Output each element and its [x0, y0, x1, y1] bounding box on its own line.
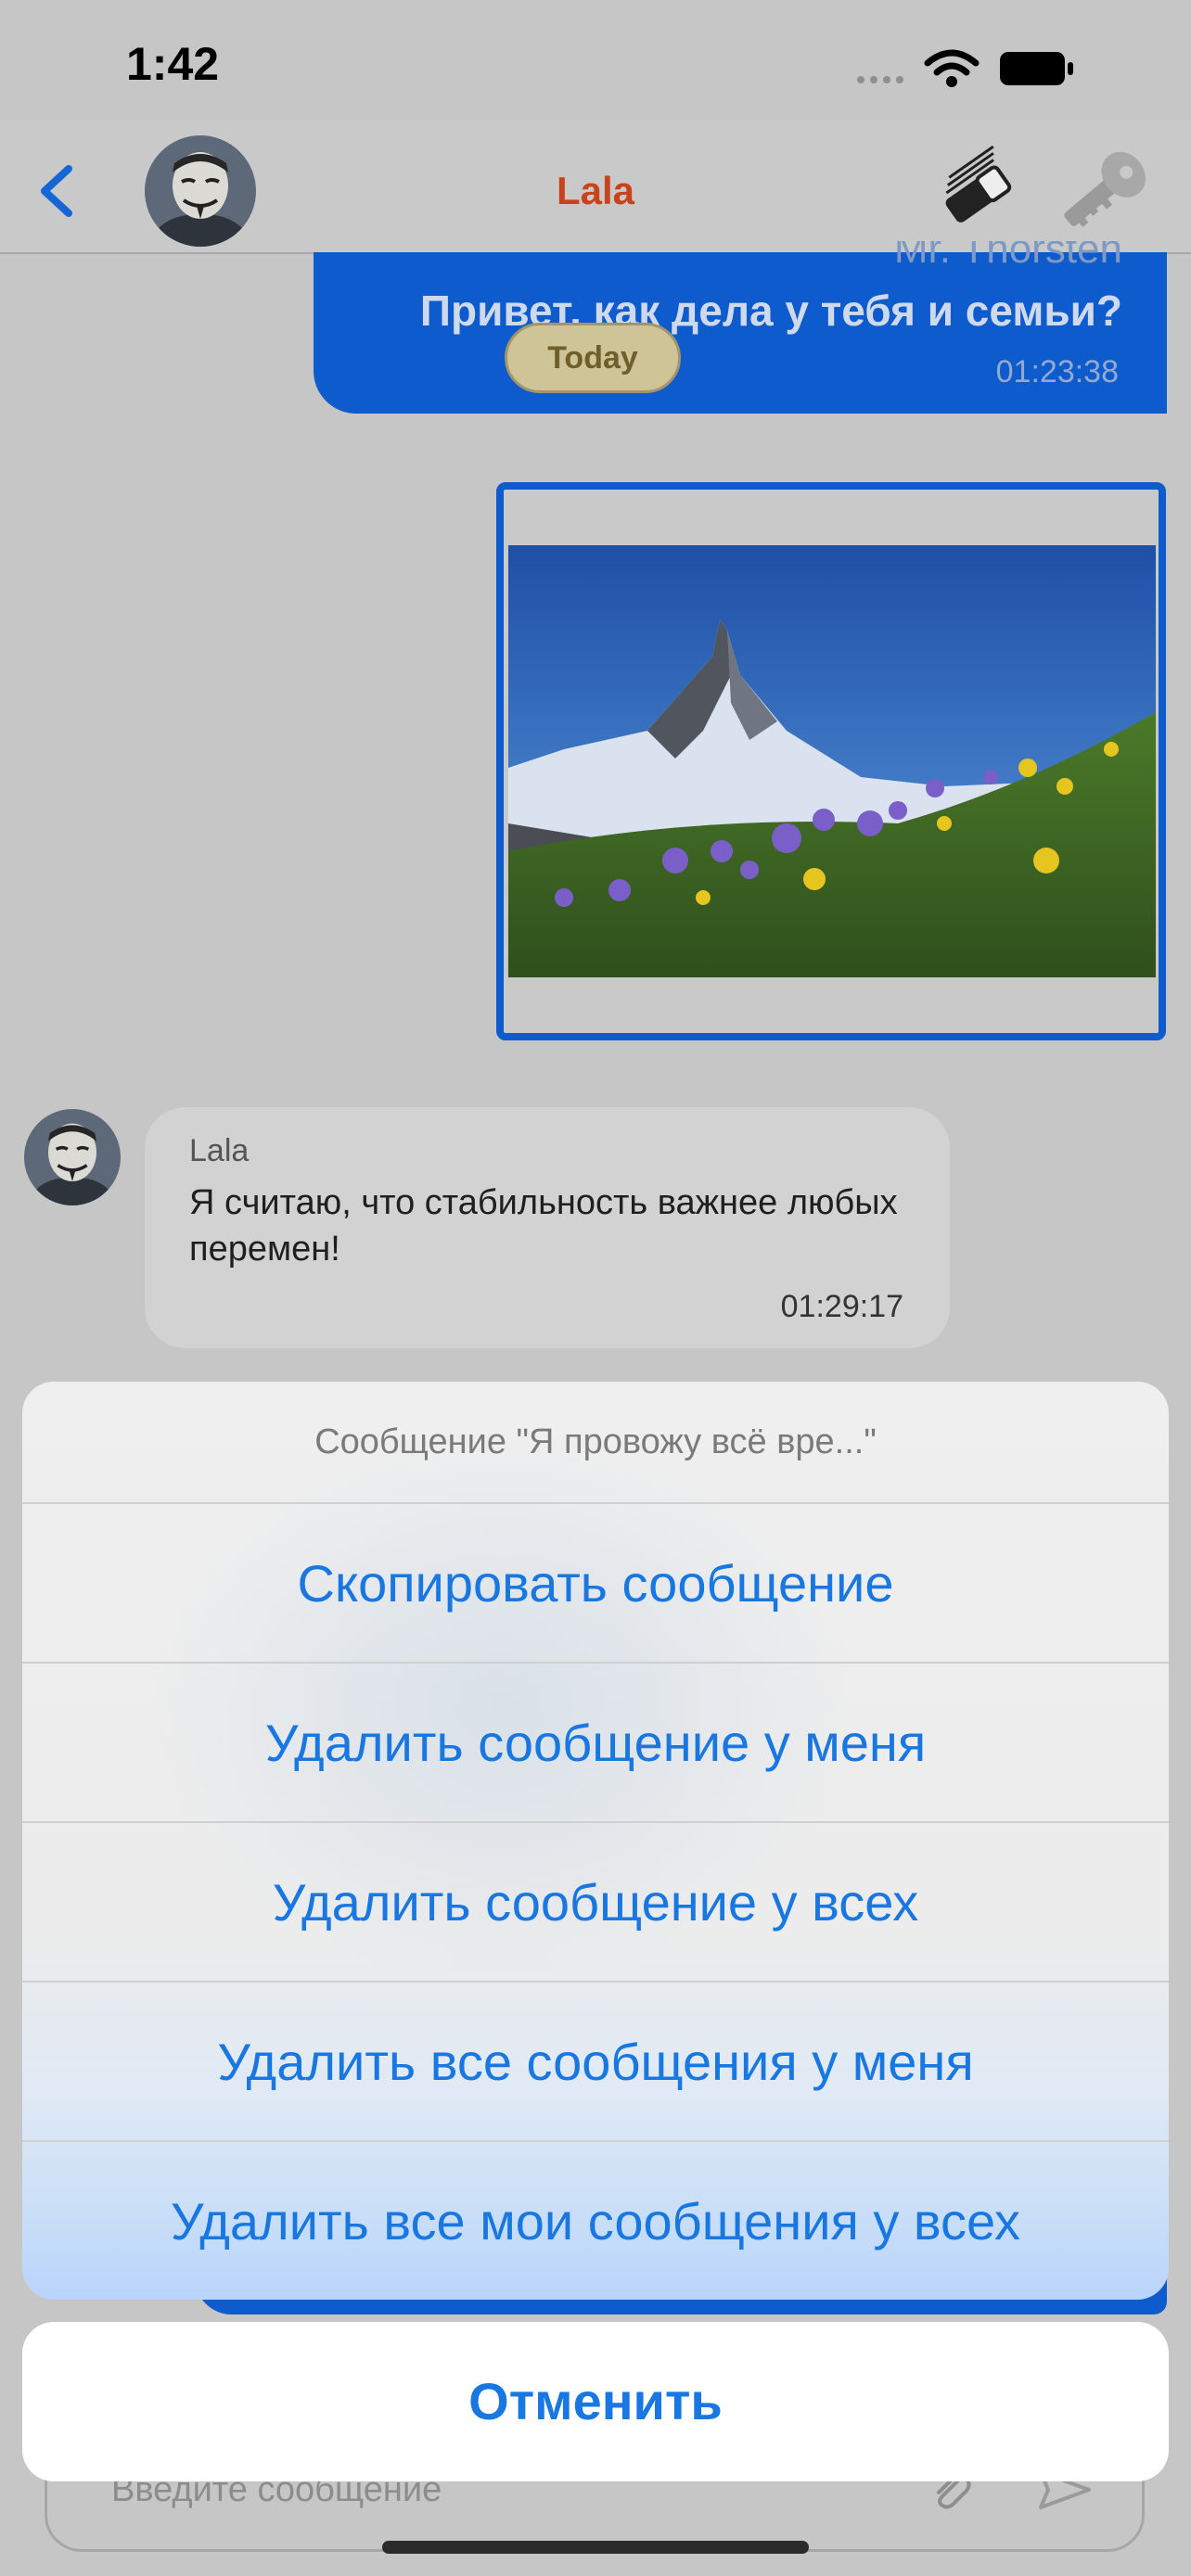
mountain-landscape-image	[508, 545, 1156, 977]
delete-all-my-messages-for-all-button[interactable]: Удалить все мои сообщения у всех	[22, 2140, 1169, 2300]
clear-chat-button[interactable]	[924, 137, 1033, 247]
outgoing-sender-name: Mr. Thorsten	[893, 241, 1122, 269]
delete-all-messages-for-me-button[interactable]: Удалить все сообщения у меня	[22, 1981, 1169, 2140]
cancel-button[interactable]: Отменить	[22, 2322, 1169, 2481]
home-indicator	[382, 2541, 809, 2554]
incoming-message-time: 01:29:17	[780, 1289, 903, 1324]
eraser-icon	[925, 138, 1032, 246]
battery-icon	[1000, 52, 1073, 85]
signal-icon	[857, 76, 864, 83]
status-time: 1:42	[126, 38, 220, 90]
outgoing-message-time: 01:23:38	[995, 354, 1119, 389]
incoming-avatar[interactable]	[24, 1109, 121, 1205]
wifi-icon	[924, 49, 980, 87]
mountain-photo[interactable]	[508, 545, 1156, 977]
status-icons	[857, 48, 1117, 87]
copy-message-button[interactable]: Скопировать сообщение	[22, 1502, 1169, 1662]
incoming-sender-name: Lala	[189, 1133, 250, 1168]
delete-message-for-me-button[interactable]: Удалить сообщение у меня	[22, 1662, 1169, 1821]
key-icon	[1049, 138, 1157, 246]
date-badge: Today	[505, 323, 681, 393]
incoming-message-text: Я считаю, что стабильность важнее любых …	[189, 1183, 898, 1269]
key-button[interactable]	[1048, 137, 1158, 247]
mask-avatar-icon	[24, 1109, 121, 1205]
outgoing-message-text: Привет, как дела у тебя и семьи?	[419, 287, 1122, 335]
delete-message-for-all-button[interactable]: Удалить сообщение у всех	[22, 1821, 1169, 1981]
action-sheet-title: Сообщение "Я провожу всё вре..."	[314, 1422, 877, 1461]
